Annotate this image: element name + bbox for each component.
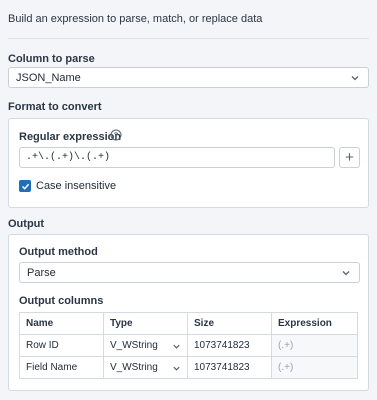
column-header-expression: Expression bbox=[271, 312, 358, 335]
chevron-down-icon bbox=[351, 76, 359, 81]
row-type-select[interactable]: V_WString bbox=[103, 334, 188, 357]
column-to-parse-value: JSON_Name bbox=[16, 71, 81, 84]
output-method-select[interactable]: Parse bbox=[19, 262, 360, 283]
add-expression-button[interactable]: + bbox=[339, 147, 360, 168]
regex-input[interactable]: .+\.(.+)\.(.+) bbox=[19, 147, 335, 168]
chevron-down-icon bbox=[173, 366, 180, 371]
row-size-cell[interactable]: 1073741823 bbox=[187, 334, 272, 357]
format-panel: Regular expression .+\.(.+)\.(.+) + Case… bbox=[8, 118, 369, 208]
row-name-cell[interactable]: Field Name bbox=[19, 356, 104, 379]
help-icon[interactable] bbox=[110, 129, 122, 141]
row-type-select[interactable]: V_WString bbox=[103, 356, 188, 379]
output-columns-label: Output columns bbox=[19, 295, 104, 307]
output-columns-table: Name Type Size Expression Row ID V_WStri… bbox=[19, 312, 358, 379]
table-row: Field Name V_WString 1073741823 (.+) bbox=[19, 356, 358, 379]
column-to-parse-select[interactable]: JSON_Name bbox=[8, 67, 369, 88]
row-expression-cell: (.+) bbox=[271, 356, 358, 379]
regex-label: Regular expression bbox=[19, 131, 122, 143]
format-to-convert-label: Format to convert bbox=[8, 101, 102, 113]
row-type-value: V_WString bbox=[110, 340, 158, 351]
header-divider bbox=[8, 38, 369, 39]
column-header-size: Size bbox=[187, 312, 272, 335]
case-insensitive-label: Case insensitive bbox=[36, 180, 117, 192]
row-type-value: V_WString bbox=[110, 362, 158, 373]
output-panel: Output method Parse Output columns Name … bbox=[8, 234, 369, 391]
chevron-down-icon bbox=[342, 271, 350, 276]
tool-description: Build an expression to parse, match, or … bbox=[8, 13, 263, 25]
output-method-label: Output method bbox=[19, 246, 98, 258]
row-name-cell[interactable]: Row ID bbox=[19, 334, 104, 357]
checkmark-icon bbox=[21, 183, 29, 190]
output-method-value: Parse bbox=[27, 266, 56, 279]
row-size-cell[interactable]: 1073741823 bbox=[187, 356, 272, 379]
case-insensitive-checkbox[interactable] bbox=[19, 180, 31, 192]
chevron-down-icon bbox=[173, 344, 180, 349]
row-expression-cell: (.+) bbox=[271, 334, 358, 357]
column-header-name: Name bbox=[19, 312, 104, 335]
table-header-row: Name Type Size Expression bbox=[19, 312, 358, 335]
output-label: Output bbox=[8, 218, 45, 230]
column-header-type: Type bbox=[103, 312, 188, 335]
table-row: Row ID V_WString 1073741823 (.+) bbox=[19, 334, 358, 357]
column-to-parse-label: Column to parse bbox=[8, 53, 95, 65]
